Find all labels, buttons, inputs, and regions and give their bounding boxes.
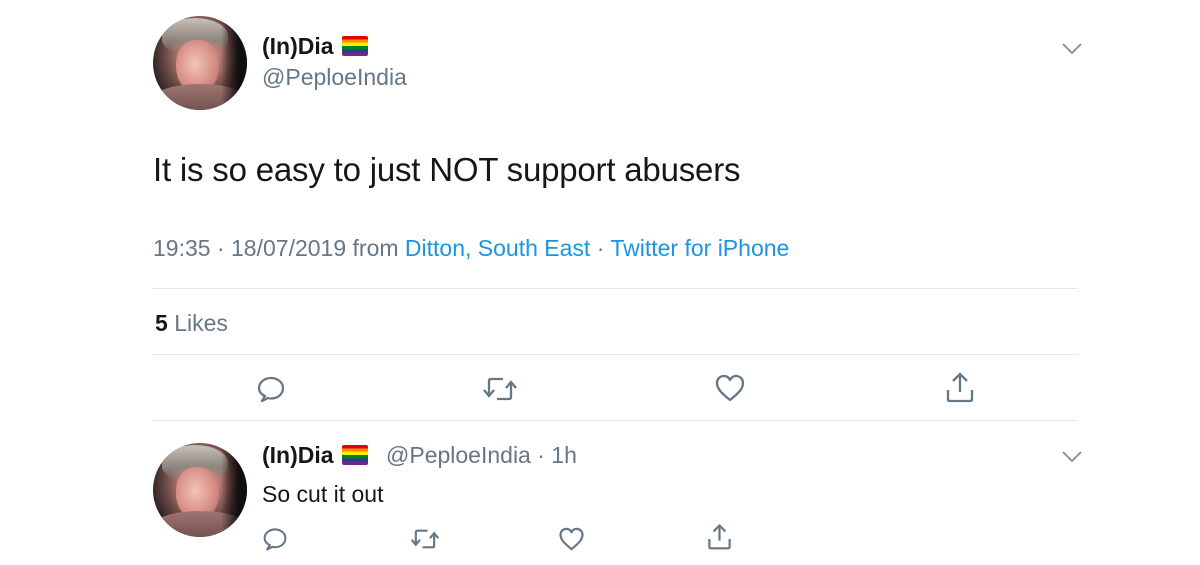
display-name-text: (In)Dia xyxy=(262,33,334,59)
reply-avatar[interactable] xyxy=(153,443,247,537)
tweet-date: 18/07/2019 xyxy=(231,235,347,261)
reply-display-name-text: (In)Dia xyxy=(262,442,334,468)
user-handle[interactable]: @PeploeIndia xyxy=(262,64,407,91)
reply-handle: @PeploeIndia xyxy=(386,442,531,468)
likes-number: 5 xyxy=(155,310,168,336)
rainbow-flag-icon xyxy=(341,36,368,56)
likes-count[interactable]: 5 Likes xyxy=(155,310,228,337)
tweet-text: It is so easy to just NOT support abuser… xyxy=(153,151,741,188)
heart-icon[interactable] xyxy=(558,526,585,552)
divider xyxy=(153,354,1078,355)
divider xyxy=(153,420,1078,421)
share-icon[interactable] xyxy=(706,522,733,551)
likes-label: Likes xyxy=(174,310,228,336)
from-label: from xyxy=(352,235,399,261)
retweet-icon[interactable] xyxy=(410,527,440,551)
divider xyxy=(153,288,1078,289)
tweet-metadata: 19:35 · 18/07/2019 from Ditton, South Ea… xyxy=(153,235,790,261)
heart-icon[interactable] xyxy=(714,373,746,403)
share-icon[interactable] xyxy=(944,370,976,404)
tweet-time: 19:35 xyxy=(153,235,211,261)
reply-icon[interactable] xyxy=(256,374,286,404)
reply-handle-time[interactable]: @PeploeIndia · 1h xyxy=(386,442,577,469)
chevron-down-icon[interactable] xyxy=(1061,450,1083,464)
location-link[interactable]: Ditton, South East xyxy=(405,235,590,261)
chevron-down-icon[interactable] xyxy=(1061,42,1083,56)
reply-age: 1h xyxy=(551,442,577,468)
reply-icon[interactable] xyxy=(262,526,288,552)
client-link[interactable]: Twitter for iPhone xyxy=(610,235,789,261)
retweet-icon[interactable] xyxy=(482,375,518,403)
reply-text: So cut it out xyxy=(262,481,384,507)
reply-display-name[interactable]: (In)Dia xyxy=(262,442,368,469)
display-name[interactable]: (In)Dia xyxy=(262,33,368,60)
avatar[interactable] xyxy=(153,16,247,110)
rainbow-flag-icon xyxy=(341,445,368,465)
